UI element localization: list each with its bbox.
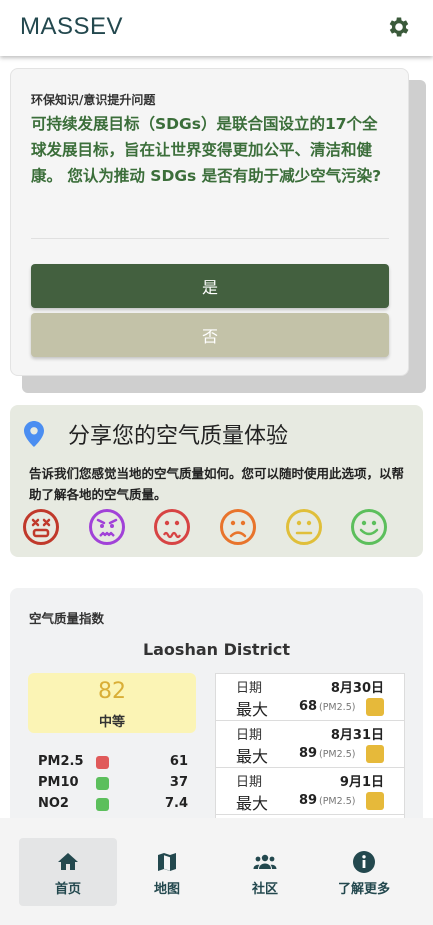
forecast-level-swatch — [366, 792, 384, 810]
share-experience-card: 分享您的空气质量体验 告诉我们您感觉当地的空气质量如何。您可以随时使用此选项，以… — [10, 405, 423, 557]
neutral-face-icon[interactable] — [285, 508, 323, 546]
home-icon — [58, 853, 78, 870]
forecast-item: 日期 9月1日 最大 89 (PM2.5) — [216, 768, 404, 815]
forecast-value: 89 — [299, 746, 318, 761]
happy-face-icon[interactable] — [350, 508, 388, 546]
forecast-unit: (PM2.5) — [319, 749, 356, 760]
pollutant-status-dot — [96, 756, 109, 769]
aqi-section-label: 空气质量指数 — [29, 611, 105, 626]
forecast-date: 8月31日 — [330, 728, 384, 743]
pollutant-row: PM10 37 — [38, 775, 188, 795]
district-name: Laoshan District — [142, 640, 291, 659]
forecast-item: 日期 8月31日 最大 89 (PM2.5) — [216, 721, 404, 768]
sad-face-icon[interactable] — [219, 508, 257, 546]
aqi-summary-box: 82 中等 — [28, 673, 196, 733]
forecast-max-label: 最大 — [236, 700, 269, 719]
forecast-item: 日期 8月30日 最大 68 (PM2.5) — [216, 674, 404, 721]
forecast-list[interactable]: 日期 8月30日 最大 68 (PM2.5) 日期 8月31日 最大 89 (P… — [215, 673, 405, 828]
forecast-value: 89 — [299, 793, 318, 808]
nav-community[interactable]: 社区 — [216, 838, 314, 906]
bottom-navigation: 首页 地图 社区 了解更多 — [0, 818, 433, 925]
forecast-max-label: 最大 — [236, 794, 269, 813]
share-description: 告诉我们您感觉当地的空气质量如何。您可以随时使用此选项，以帮助了解各地的空气质量… — [29, 466, 405, 502]
pollutant-status-dot — [96, 777, 109, 790]
gear-icon[interactable] — [386, 14, 412, 40]
nav-label: 首页 — [54, 882, 81, 897]
app-title: MASSEV — [20, 13, 124, 40]
quiz-category: 环保知识/意识提升问题 — [31, 93, 156, 107]
forecast-unit: (PM2.5) — [319, 702, 356, 713]
forecast-max-label: 最大 — [236, 747, 269, 766]
forecast-unit: (PM2.5) — [319, 796, 356, 807]
divider — [31, 238, 389, 239]
forecast-day-label: 日期 — [236, 775, 263, 790]
location-pin-icon — [24, 421, 44, 447]
quiz-question: 可持续发展目标（SDGs）是联合国设立的17个全球发展目标，旨在让世界变得更加公… — [31, 115, 382, 185]
forecast-date: 9月1日 — [339, 775, 384, 790]
nav-label: 了解更多 — [337, 882, 390, 897]
forecast-level-swatch — [366, 745, 384, 763]
pollutant-name: PM2.5 — [38, 754, 84, 769]
forecast-value: 68 — [299, 699, 318, 714]
app-bar: MASSEV — [0, 0, 433, 56]
pollutant-status-dot — [96, 798, 109, 811]
nav-label: 地图 — [153, 882, 180, 897]
aqi-value: 82 — [98, 679, 126, 704]
nav-map[interactable]: 地图 — [118, 838, 216, 906]
pollutant-row: NO2 7.4 — [38, 796, 188, 816]
share-title: 分享您的空气质量体验 — [68, 424, 289, 449]
forecast-day-label: 日期 — [236, 728, 263, 743]
yes-button[interactable]: 是 — [31, 264, 389, 308]
pollutant-value: 37 — [169, 775, 188, 790]
nav-learn-more[interactable]: 了解更多 — [315, 838, 413, 906]
aqi-level: 中等 — [98, 715, 125, 730]
quiz-card: 环保知识/意识提升问题 可持续发展目标（SDGs）是联合国设立的17个全球发展目… — [10, 68, 409, 376]
very-bad-face-icon[interactable] — [22, 508, 60, 546]
pollutant-value: 61 — [169, 754, 188, 769]
info-icon — [353, 851, 375, 873]
map-icon — [158, 853, 176, 871]
community-icon — [253, 854, 277, 869]
pollutant-name: NO2 — [38, 796, 69, 811]
pollutant-row: PM2.5 61 — [38, 754, 188, 774]
pollutant-name: PM10 — [38, 775, 79, 790]
forecast-level-swatch — [366, 698, 384, 716]
air-quality-card: 空气质量指数 Laoshan District 82 中等 PM2.5 61 P… — [10, 588, 423, 828]
no-button[interactable]: 否 — [31, 313, 389, 357]
pollutant-value: 7.4 — [164, 796, 188, 811]
forecast-day-label: 日期 — [236, 681, 263, 696]
forecast-date: 8月30日 — [330, 681, 384, 696]
bad-face-icon[interactable] — [153, 508, 191, 546]
nav-label: 社区 — [251, 882, 278, 897]
nav-home[interactable]: 首页 — [19, 838, 117, 906]
angry-face-icon[interactable] — [88, 508, 126, 546]
